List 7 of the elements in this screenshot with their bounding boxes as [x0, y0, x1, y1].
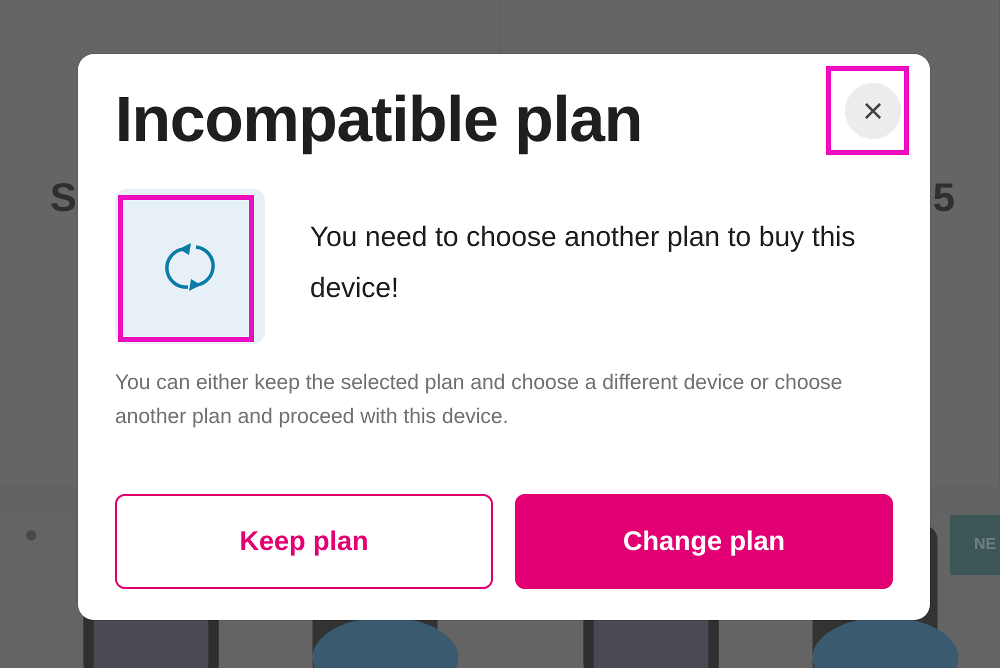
dialog-message: You need to choose another plan to buy this device!: [310, 220, 856, 305]
close-button[interactable]: ×: [845, 83, 901, 139]
change-plan-button[interactable]: Change plan: [515, 494, 893, 590]
dialog-description: You can either keep the selected plan and choose a different device or choose another plan and proceed with this device.: [115, 370, 844, 430]
refresh-icon: [164, 240, 216, 293]
dialog-title: Incompatible plan: [115, 82, 642, 157]
keep-plan-button[interactable]: Keep plan: [115, 494, 493, 590]
